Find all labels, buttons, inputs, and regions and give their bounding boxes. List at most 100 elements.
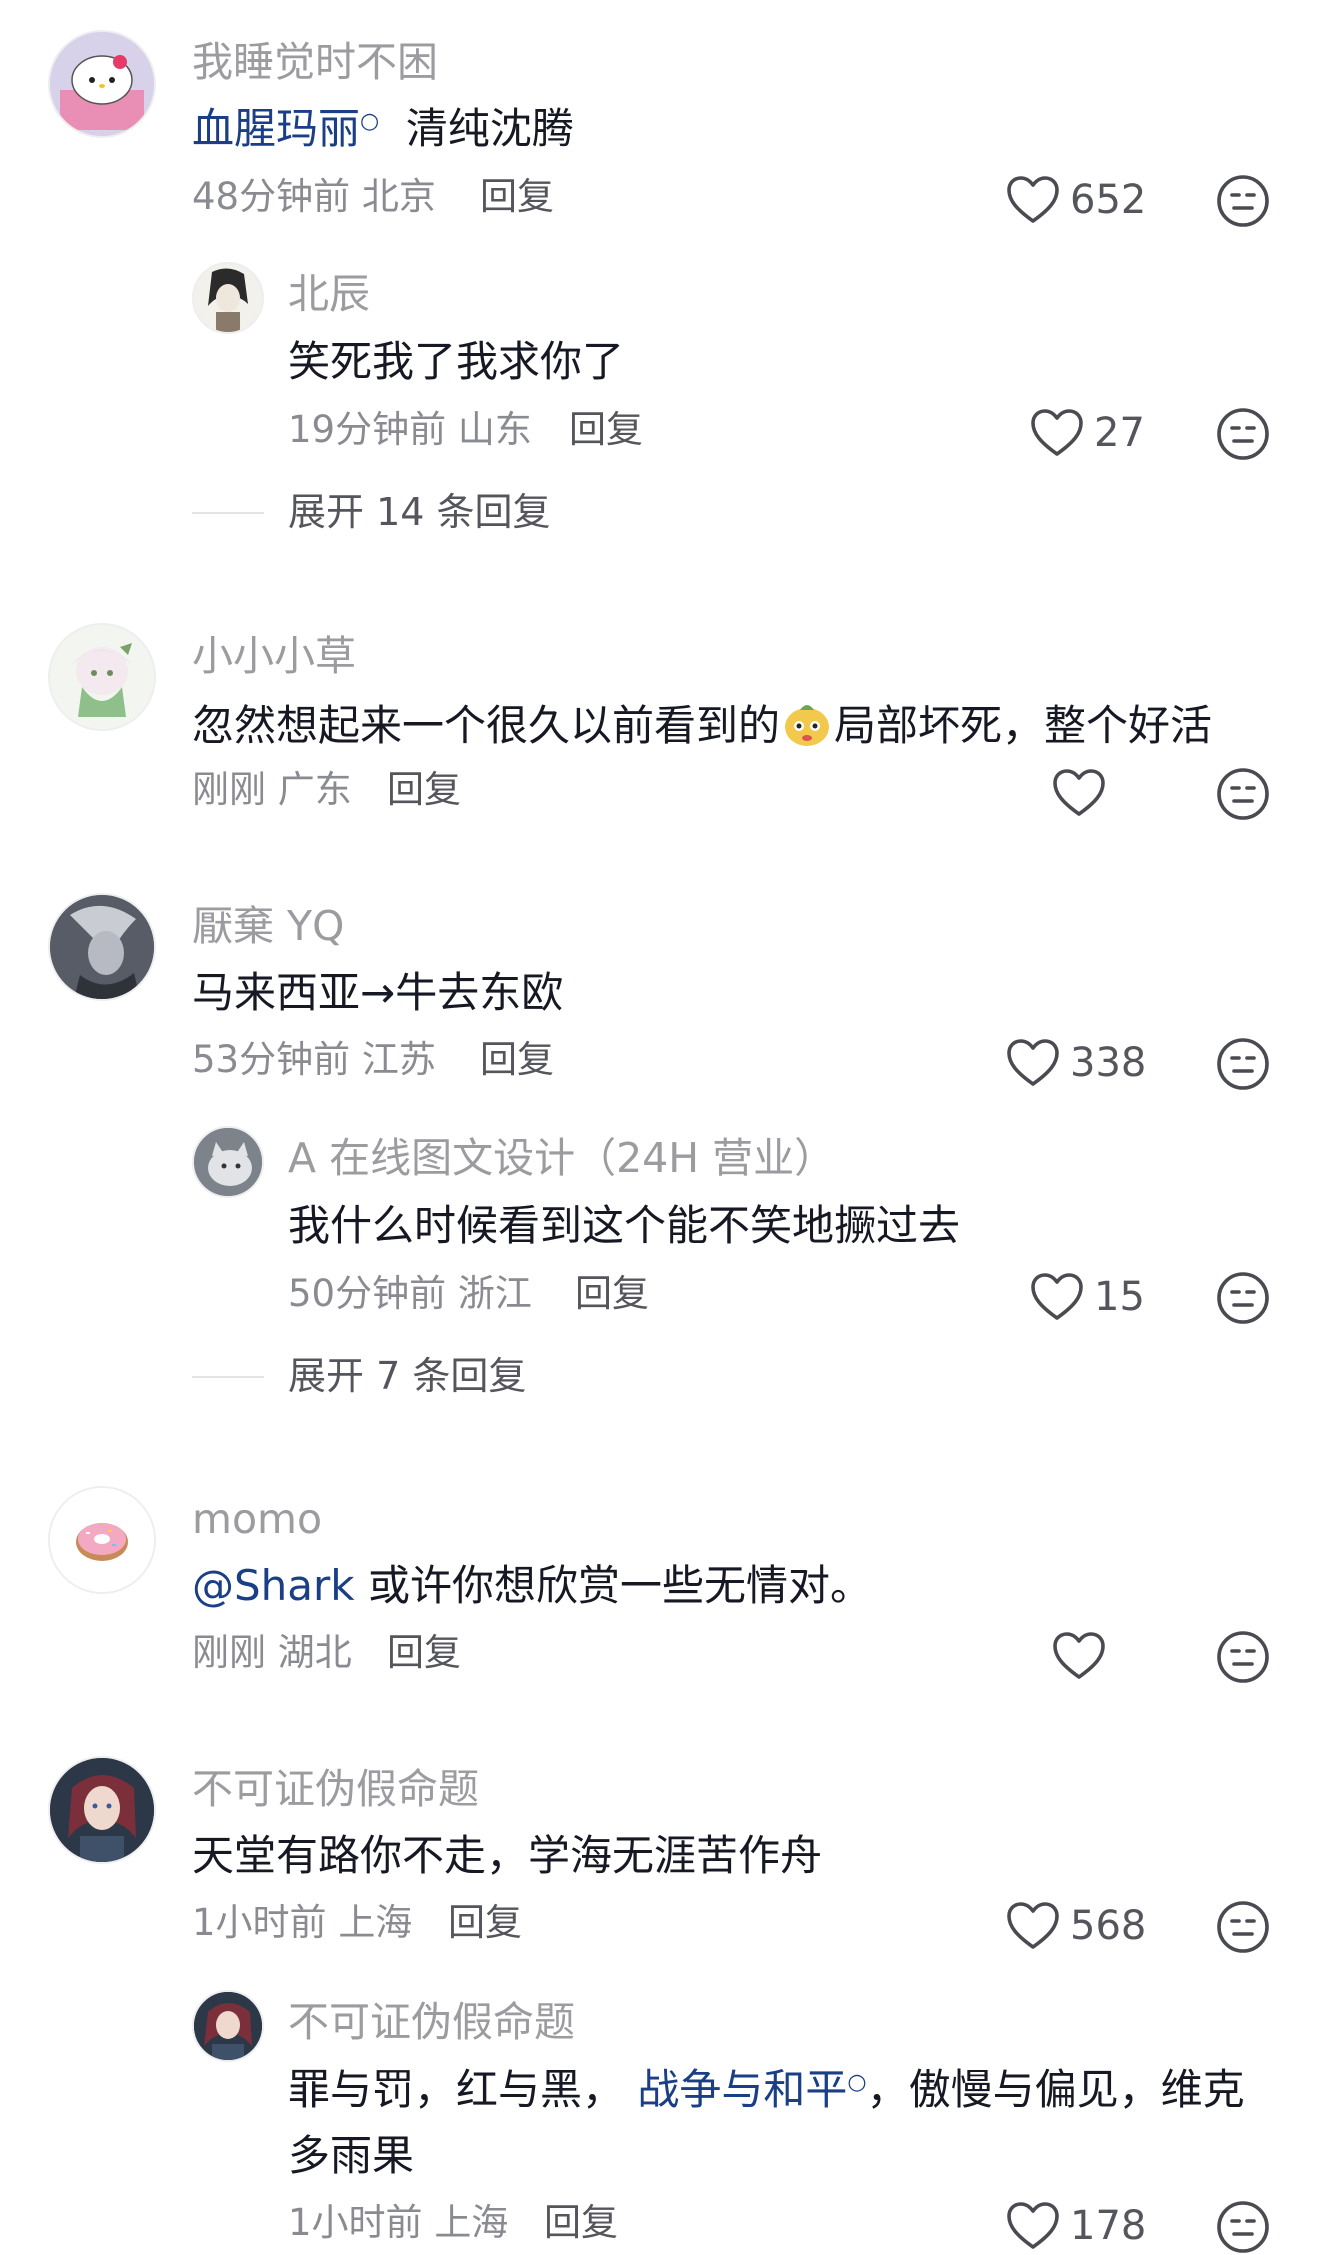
heart-outline-icon: [1006, 175, 1060, 225]
comment-meta: 刚刚 湖北: [192, 1634, 352, 1671]
reply-time: 1小时前: [288, 2201, 423, 2244]
like-button[interactable]: 652: [1006, 175, 1146, 225]
like-count: 15: [1094, 1274, 1145, 1320]
expand-replies-button[interactable]: 展开 7 条回复: [288, 1357, 526, 1395]
heart-outline-icon: [1030, 408, 1084, 458]
dark-character-avatar-icon: [50, 895, 154, 999]
reply-username[interactable]: 不可证伪假命题: [288, 2002, 575, 2043]
comment-text: 血腥玛丽○ 清纯沈腾: [192, 108, 574, 150]
neutral-face-icon: [1215, 766, 1271, 822]
comment-time: 1小时前: [192, 1901, 327, 1944]
comment-location: 湖北: [277, 1631, 352, 1674]
reply-time: 19分钟前: [288, 408, 447, 451]
like-button[interactable]: 338: [1006, 1038, 1146, 1088]
dislike-button[interactable]: [1215, 173, 1271, 229]
reply-button[interactable]: 回复: [480, 178, 554, 215]
heart-outline-icon: [1030, 1272, 1084, 1322]
like-count: 652: [1070, 177, 1147, 223]
neutral-face-icon: [1215, 1036, 1271, 1092]
comment-username[interactable]: 我睡觉时不困: [192, 42, 438, 83]
dislike-button[interactable]: [1215, 406, 1271, 462]
dislike-button[interactable]: [1215, 766, 1271, 822]
comment-text: 马来西亚→牛去东欧: [192, 968, 564, 1017]
reply-username[interactable]: 北辰: [288, 274, 370, 315]
comment-text-body-end: 局部坏死，整个好活: [834, 701, 1213, 750]
heart-outline-icon: [1006, 1901, 1060, 1951]
reply-location: 浙江: [457, 1272, 532, 1315]
comment-text: 天堂有路你不走，学海无涯苦作舟: [192, 1831, 823, 1880]
like-count: 568: [1070, 1903, 1147, 1949]
avatar[interactable]: [192, 1126, 264, 1198]
reply-button[interactable]: 回复: [544, 2204, 618, 2241]
reply-text-body-end: ，傲慢与偏见，维克: [866, 2065, 1245, 2114]
avatar[interactable]: [48, 893, 156, 1001]
comment-username[interactable]: 不可证伪假命题: [192, 1769, 479, 1810]
reply-text: 我什么时候看到这个能不笑地撅过去: [288, 1201, 961, 1250]
dislike-button[interactable]: [1215, 2199, 1271, 2255]
comment-username[interactable]: 小小小草: [192, 636, 356, 677]
avatar[interactable]: [48, 1486, 156, 1594]
avatar[interactable]: [48, 623, 156, 731]
reply-username[interactable]: A 在线图文设计（24H 营业）: [288, 1138, 835, 1179]
like-button[interactable]: 27: [1030, 408, 1145, 458]
neutral-face-icon: [1215, 1899, 1271, 1955]
comment-meta: 1小时前 上海: [192, 1904, 412, 1941]
comment-time: 53分钟前: [192, 1038, 351, 1081]
like-button[interactable]: [1052, 768, 1116, 818]
like-button[interactable]: 568: [1006, 1901, 1146, 1951]
sketch-avatar-icon: [194, 264, 262, 332]
cat-avatar-icon: [194, 1128, 262, 1196]
reply-button[interactable]: 回复: [569, 411, 643, 448]
reply-button[interactable]: 回复: [575, 1275, 649, 1312]
comment-meta: 53分钟前 江苏: [192, 1041, 436, 1078]
like-button[interactable]: [1052, 1631, 1116, 1681]
comment-time: 刚刚: [192, 1631, 266, 1674]
avatar[interactable]: [192, 1990, 264, 2062]
dislike-button[interactable]: [1215, 1036, 1271, 1092]
neutral-face-icon: [1215, 406, 1271, 462]
heart-outline-icon: [1052, 1631, 1106, 1681]
comment-location: 广东: [277, 768, 352, 811]
anime-girl-avatar-icon: [50, 1758, 154, 1862]
divider: [192, 512, 264, 514]
topic-link[interactable]: 血腥玛丽: [192, 104, 360, 153]
comment-username[interactable]: 厭棄 YQ: [192, 906, 344, 947]
meme-emoji-icon: [785, 705, 830, 746]
heart-outline-icon: [1006, 2201, 1060, 2251]
comment-location: 上海: [338, 1901, 413, 1944]
like-button[interactable]: 178: [1006, 2201, 1146, 2251]
like-count: 338: [1070, 1040, 1147, 1086]
mention-link[interactable]: @Shark: [192, 1561, 355, 1610]
comment-username[interactable]: momo: [192, 1499, 322, 1540]
avatar[interactable]: [48, 1756, 156, 1864]
dislike-button[interactable]: [1215, 1629, 1271, 1685]
reply-button[interactable]: 回复: [387, 771, 461, 808]
comment-text-body: 忽然想起来一个很久以前看到的: [192, 701, 781, 750]
comment-time: 刚刚: [192, 768, 266, 811]
hello-kitty-avatar-icon: [50, 32, 154, 136]
topic-link[interactable]: 战争与和平: [637, 2065, 847, 2114]
reply-location: 山东: [457, 408, 532, 451]
comment-time: 48分钟前: [192, 175, 351, 218]
comment-location: 江苏: [361, 1038, 436, 1081]
avatar[interactable]: [48, 30, 156, 138]
reply-text-line2: 多雨果: [288, 2131, 415, 2180]
reply-button[interactable]: 回复: [448, 1904, 522, 1941]
dislike-button[interactable]: [1215, 1270, 1271, 1326]
expand-replies-button[interactable]: 展开 14 条回复: [288, 493, 551, 531]
reply-button[interactable]: 回复: [480, 1041, 554, 1078]
like-button[interactable]: 15: [1030, 1272, 1145, 1322]
like-count: 27: [1094, 410, 1145, 456]
search-icon: ○: [360, 109, 380, 134]
reply-meta: 1小时前 上海: [288, 2204, 508, 2241]
comment-text-body: 或许你想欣赏一些无情对。: [354, 1561, 872, 1610]
comment-text: 忽然想起来一个很久以前看到的 局部坏死，整个好活: [192, 702, 1212, 748]
heart-outline-icon: [1052, 768, 1106, 818]
comment-text: @Shark 或许你想欣赏一些无情对。: [192, 1565, 872, 1607]
reply-button[interactable]: 回复: [387, 1634, 461, 1671]
avatar[interactable]: [192, 262, 264, 334]
reply-meta: 19分钟前 山东: [288, 411, 532, 448]
neutral-face-icon: [1215, 2199, 1271, 2255]
dislike-button[interactable]: [1215, 1899, 1271, 1955]
donut-avatar-icon: [50, 1488, 154, 1592]
